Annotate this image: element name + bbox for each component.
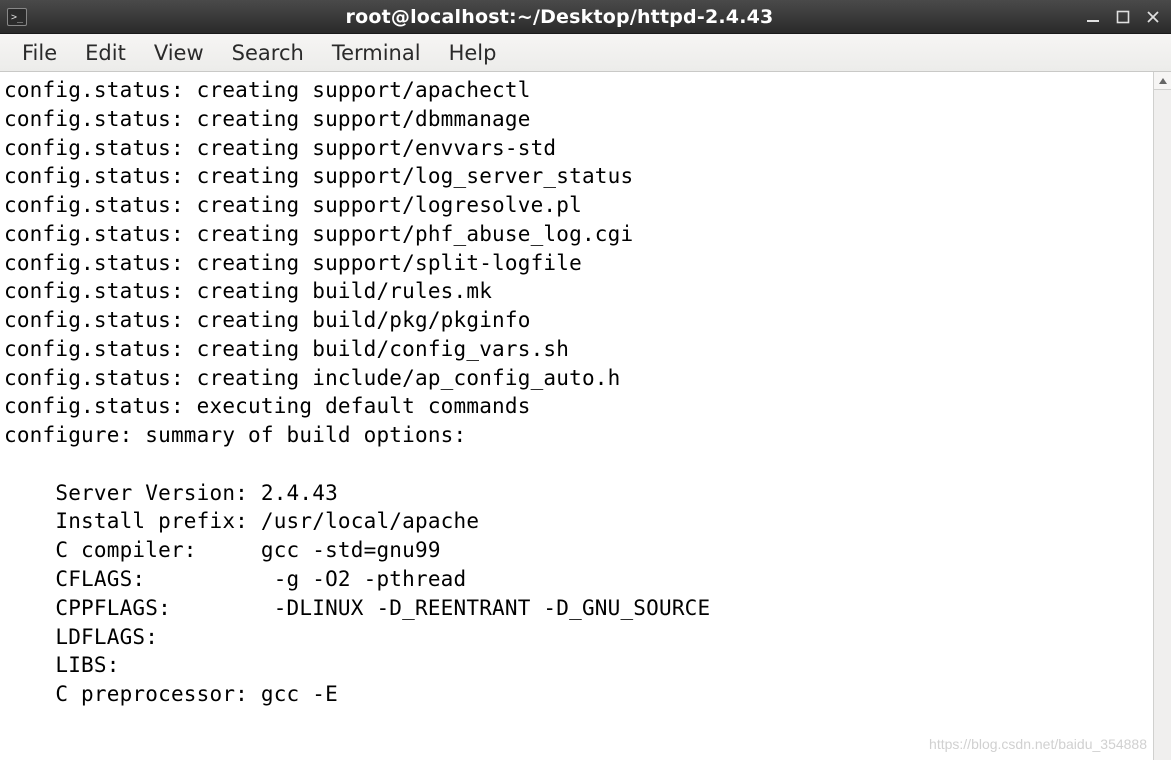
svg-text:>_: >_ — [11, 12, 24, 23]
minimize-button[interactable] — [1085, 9, 1101, 25]
menu-file[interactable]: File — [10, 37, 69, 69]
terminal-output[interactable]: config.status: creating support/apachect… — [0, 72, 1153, 760]
menu-edit[interactable]: Edit — [73, 37, 138, 69]
maximize-button[interactable] — [1115, 9, 1131, 25]
menu-help[interactable]: Help — [437, 37, 509, 69]
vertical-scrollbar[interactable] — [1153, 72, 1171, 760]
menu-terminal[interactable]: Terminal — [320, 37, 433, 69]
window-titlebar: >_ root@localhost:~/Desktop/httpd-2.4.43 — [0, 0, 1171, 34]
menu-view[interactable]: View — [142, 37, 216, 69]
close-button[interactable] — [1145, 9, 1161, 25]
scroll-up-stepper[interactable] — [1154, 72, 1171, 90]
window-title: root@localhost:~/Desktop/httpd-2.4.43 — [34, 6, 1085, 28]
menu-bar: File Edit View Search Terminal Help — [0, 34, 1171, 72]
window-controls — [1085, 9, 1165, 25]
terminal-app-icon: >_ — [6, 6, 28, 28]
menu-search[interactable]: Search — [220, 37, 316, 69]
